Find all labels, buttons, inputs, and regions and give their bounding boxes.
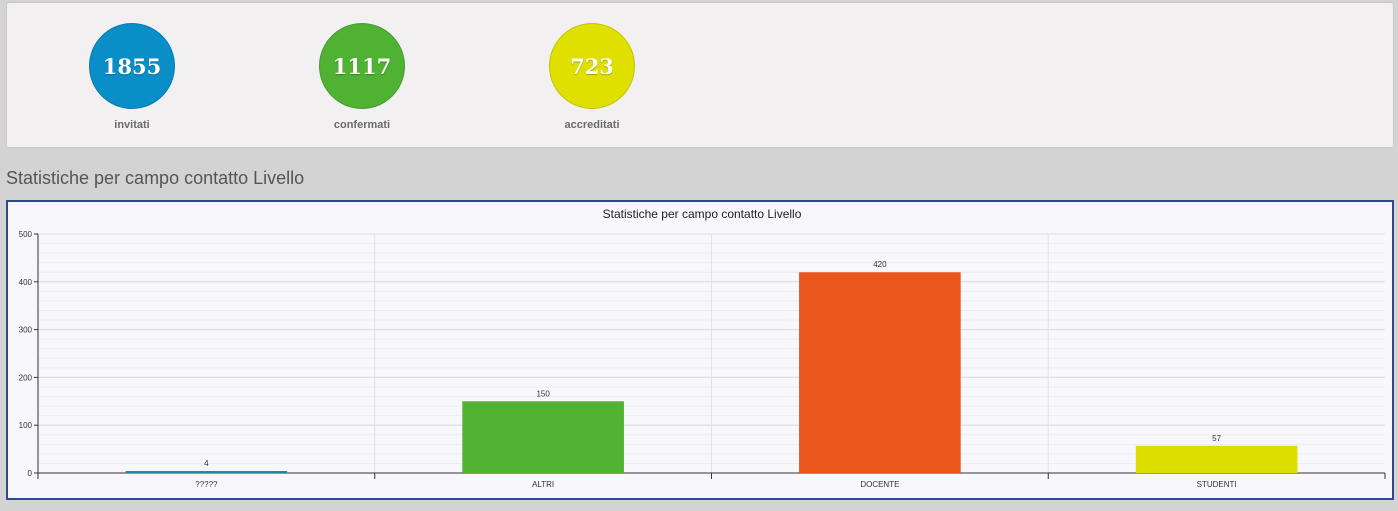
stat-invitati: 1855 invitati	[72, 23, 192, 131]
y-tick-label: 0	[28, 469, 33, 478]
stat-accreditati-circle: 723	[549, 23, 635, 109]
bar-value-label: 420	[873, 260, 887, 269]
stat-invitati-circle: 1855	[89, 23, 175, 109]
bar-chart: Statistiche per campo contatto Livello 0…	[19, 207, 1386, 489]
bar-value-label: 150	[536, 389, 550, 398]
x-tick-label: ALTRI	[532, 480, 554, 489]
x-tick-label: STUDENTI	[1197, 480, 1237, 489]
summary-stats-panel: 1855 invitati 1117 confermati 723 accred…	[6, 2, 1394, 148]
stat-invitati-label: invitati	[114, 119, 150, 131]
bar-	[125, 471, 288, 473]
x-tick-label: ?????	[195, 480, 218, 489]
stat-confermati-circle: 1117	[319, 23, 405, 109]
bar-value-label: 57	[1212, 434, 1221, 443]
bar-value-label: 4	[204, 459, 209, 468]
y-tick-label: 200	[19, 373, 33, 382]
stat-accreditati: 723 accreditati	[532, 23, 652, 131]
y-tick-label: 400	[19, 278, 33, 287]
bar-altri	[462, 401, 624, 473]
y-tick-label: 100	[19, 421, 33, 430]
stat-confermati: 1117 confermati	[302, 23, 422, 131]
chart-panel: Statistiche per campo contatto Livello 0…	[6, 200, 1394, 500]
bar-studenti	[1135, 445, 1298, 473]
x-tick-label: DOCENTE	[860, 480, 899, 489]
bar-docente	[799, 272, 961, 473]
section-title: Statistiche per campo contatto Livello	[6, 168, 305, 188]
stat-accreditati-label: accreditati	[564, 119, 620, 131]
y-tick-label: 500	[19, 230, 33, 239]
y-tick-label: 300	[19, 326, 33, 335]
chart-title: Statistiche per campo contatto Livello	[603, 207, 802, 221]
stat-confermati-label: confermati	[333, 119, 391, 131]
